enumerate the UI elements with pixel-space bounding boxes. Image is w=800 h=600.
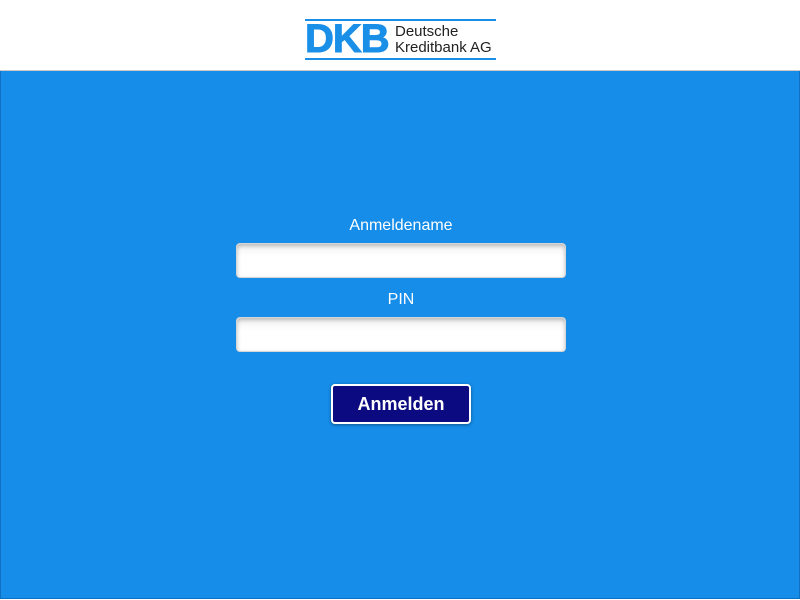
- logo-bottom-rule: [305, 58, 496, 60]
- username-input[interactable]: [236, 243, 566, 278]
- login-panel: Anmeldename PIN Anmelden: [0, 71, 800, 599]
- pin-input[interactable]: [236, 317, 566, 352]
- logo-mark: DKB: [305, 17, 391, 61]
- dkb-logo: DKB Deutsche Kreditbank AG: [305, 19, 496, 60]
- logo-name-line1: Deutsche: [395, 23, 459, 40]
- username-label: Anmeldename: [349, 217, 453, 234]
- logo-name-line2: Kreditbank AG: [395, 39, 492, 56]
- pin-label: PIN: [387, 291, 415, 308]
- header: DKB Deutsche Kreditbank AG: [0, 0, 800, 71]
- login-button[interactable]: Anmelden: [331, 384, 471, 424]
- logo-text: Deutsche Kreditbank AG: [395, 24, 492, 56]
